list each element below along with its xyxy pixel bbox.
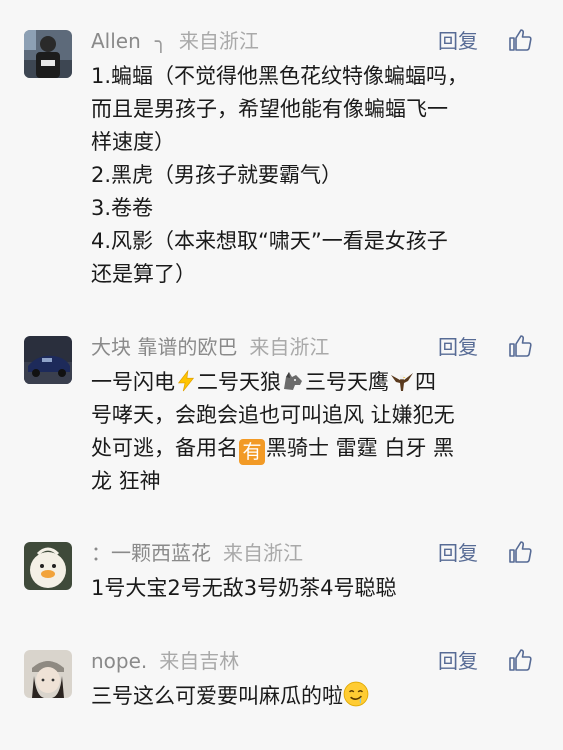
text-line: 还是算了） <box>91 262 196 286</box>
author-name[interactable]: 大块 靠谱的欧巴 <box>91 335 237 359</box>
author-name[interactable]: ：一颗西蓝花 <box>91 541 211 565</box>
thumbs-up-icon <box>509 29 532 51</box>
you-badge: 有 <box>239 439 265 465</box>
text-segment: 一号闪电 <box>91 370 175 394</box>
comment-header: 大块 靠谱的欧巴 来自浙江 <box>91 332 329 362</box>
text-line: 处可逃，备用名有黑骑士 雷霆 白牙 黑 <box>91 432 541 465</box>
avatar[interactable] <box>24 542 72 590</box>
avatar[interactable] <box>24 336 72 384</box>
comment-text: 三号这么可爱要叫麻瓜的啦 <box>91 680 541 713</box>
text-line: 4.风影（本来想取“啸天”一看是女孩子 <box>91 229 448 253</box>
text-line: 龙 狂神 <box>91 469 161 493</box>
text-line: 号哮天，会跑会追也可叫追风 让嫌犯无 <box>91 403 455 427</box>
eagle-emoji <box>391 373 413 391</box>
reply-button[interactable]: 回复 <box>438 646 478 676</box>
text-segment: 四 <box>415 370 436 394</box>
text-segment: 三号天鹰 <box>305 370 389 394</box>
text-line: 1.蝙蝠（不觉得他黑色花纹特像蝙蝠吗， <box>91 64 469 88</box>
text-line: 2.黑虎（男孩子就要霸气） <box>91 163 343 187</box>
comment-text: 1号大宝2号无敌3号奶茶4号聪聪 <box>91 572 541 605</box>
like-button[interactable] <box>508 334 532 358</box>
thumbs-up-icon <box>509 335 532 357</box>
lightning-emoji <box>177 369 195 392</box>
avatar[interactable] <box>24 30 72 78</box>
location-label: 来自浙江 <box>249 335 330 359</box>
reply-button[interactable]: 回复 <box>438 538 478 568</box>
text-line: 而且是男孩子，希望他能有像蝙蝠飞一 <box>91 97 448 121</box>
avatar[interactable] <box>24 650 72 698</box>
author-name[interactable]: nope. <box>91 649 147 673</box>
text-line: 1号大宝2号无敌3号奶茶4号聪聪 <box>91 576 397 600</box>
like-button[interactable] <box>508 648 532 672</box>
reply-button[interactable]: 回复 <box>438 26 478 56</box>
thumbs-up-icon <box>509 541 532 563</box>
comment-text: 一号闪电 二号天狼 三号天鹰 四 号哮天，会跑会追也可叫追风 让嫌犯无 处可逃，备用名… <box>91 366 541 498</box>
text-segment: 处可逃，备用名 <box>91 436 238 460</box>
comment-header: ：一颗西蓝花 来自浙江 <box>91 538 303 568</box>
like-button[interactable] <box>508 540 532 564</box>
reply-button[interactable]: 回复 <box>438 332 478 362</box>
wolf-emoji <box>284 372 302 390</box>
text-line: 一号闪电 二号天狼 三号天鹰 四 <box>91 366 541 399</box>
drooling-face-emoji <box>343 681 369 707</box>
like-button[interactable] <box>508 28 532 52</box>
comment-header: Allen ╮ 来自浙江 <box>91 26 259 56</box>
location-label: 来自浙江 <box>223 541 303 565</box>
text-segment: 黑骑士 雷霆 白牙 黑 <box>266 436 455 460</box>
text-segment: 三号这么可爱要叫麻瓜的啦 <box>91 684 343 708</box>
text-line: 样速度） <box>91 130 175 154</box>
text-segment: 二号天狼 <box>197 370 281 394</box>
text-line: 3.卷卷 <box>91 196 154 220</box>
comment-header: nope. 来自吉林 <box>91 646 239 676</box>
text-line: 三号这么可爱要叫麻瓜的啦 <box>91 680 541 713</box>
author-name[interactable]: Allen <box>91 29 141 53</box>
location-label: 来自浙江 <box>178 29 259 53</box>
location-label: 来自吉林 <box>159 649 240 673</box>
thumbs-up-icon <box>509 649 532 671</box>
separator-glyph: ╮ <box>154 29 167 53</box>
comment-text: 1.蝙蝠（不觉得他黑色花纹特像蝙蝠吗， 而且是男孩子，希望他能有像蝙蝠飞一 样速… <box>91 60 541 291</box>
